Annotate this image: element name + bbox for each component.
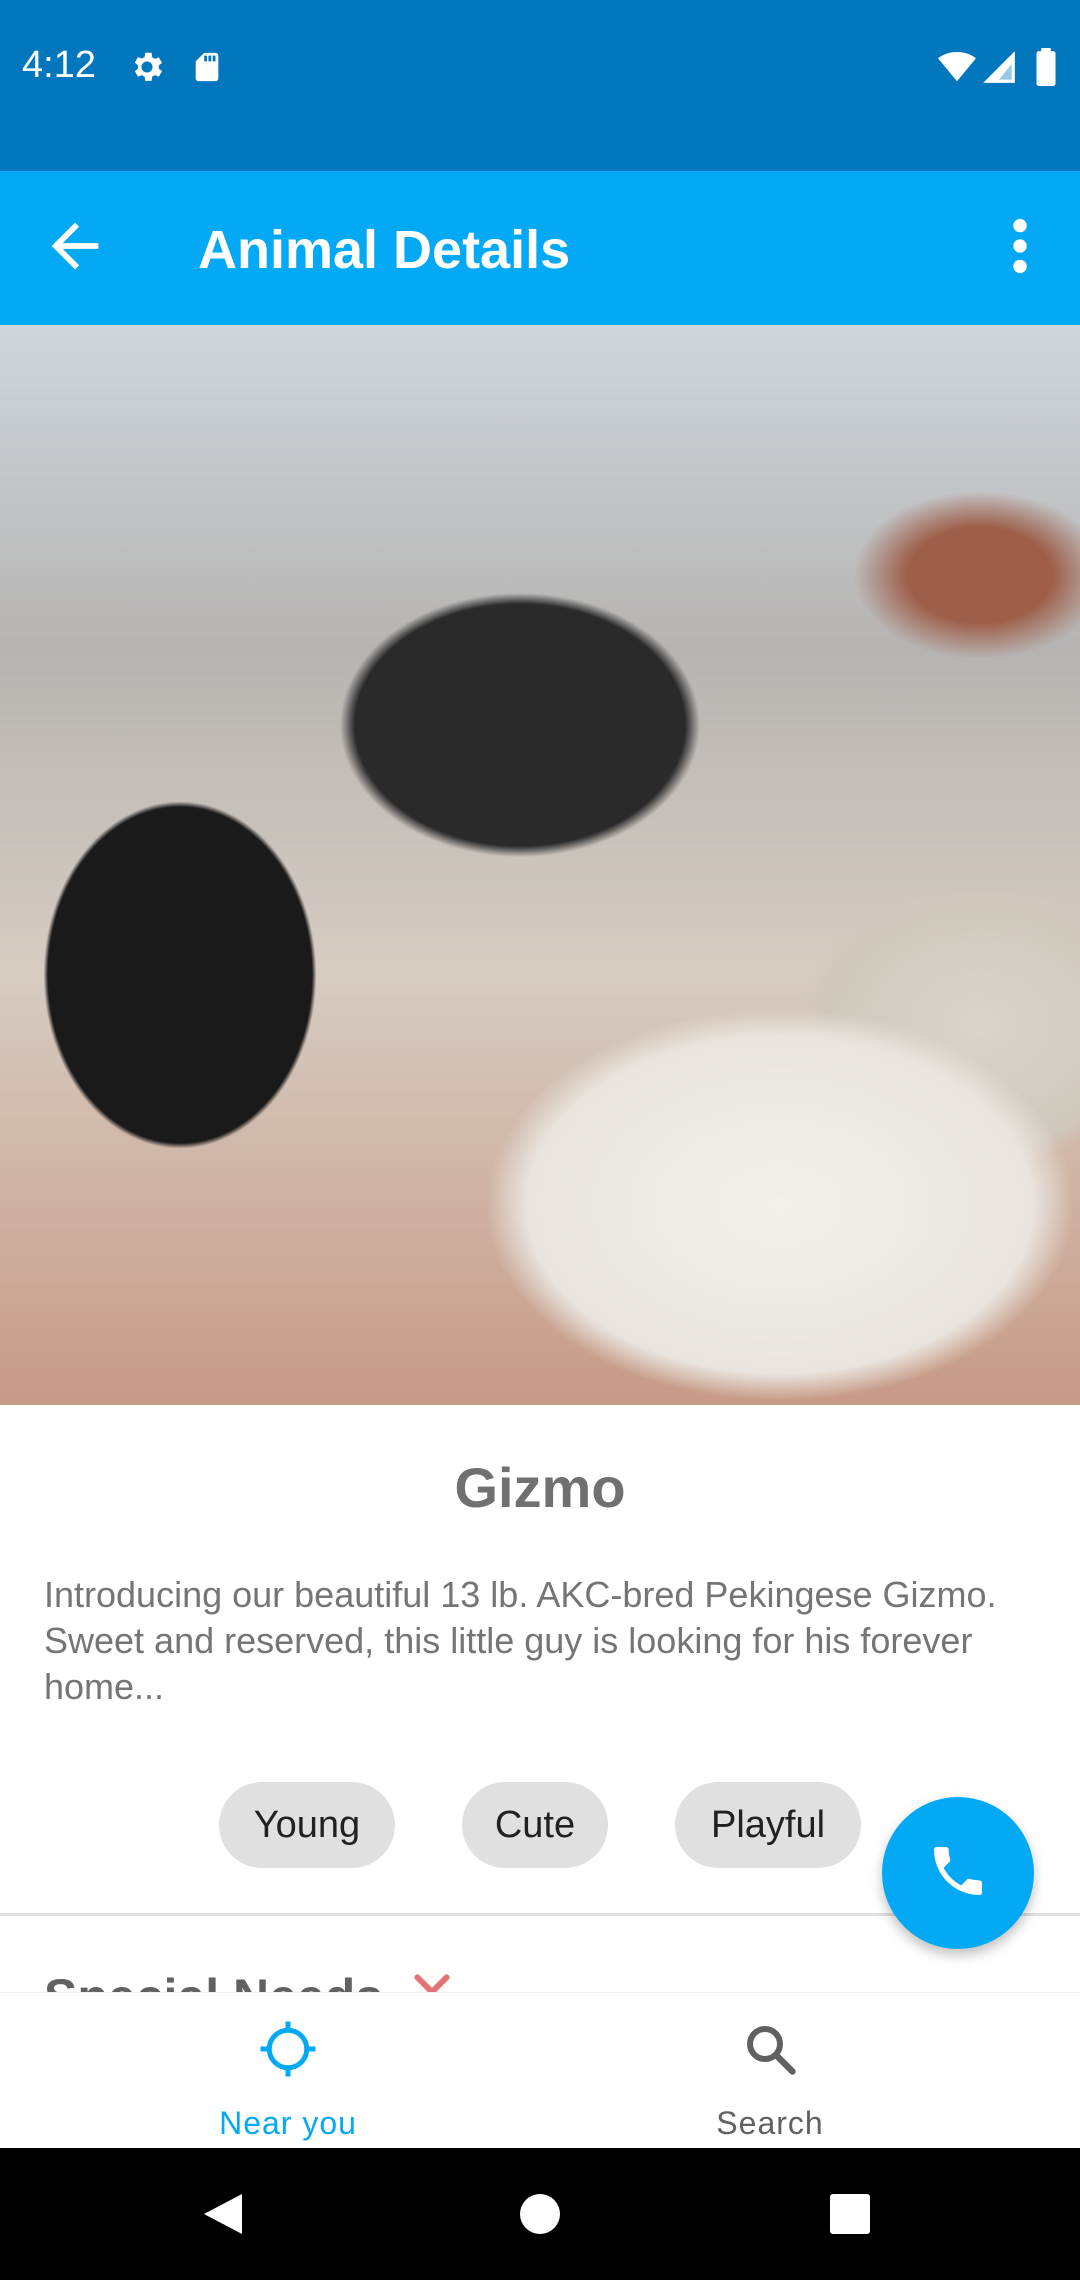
sd-card-icon <box>190 48 224 91</box>
animal-description: Introducing our beautiful 13 lb. AKC-bre… <box>44 1574 997 1707</box>
system-navigation-bar <box>0 2148 1080 2280</box>
call-button[interactable] <box>882 1797 1034 1949</box>
gps-crosshair-icon <box>258 2019 318 2079</box>
close-icon <box>410 1970 454 1992</box>
status-time: 4:12 <box>22 44 96 86</box>
settings-icon <box>128 48 166 91</box>
more-vert-icon[interactable] <box>1000 211 1040 281</box>
nav-item-near-you[interactable]: Near you <box>36 1993 580 2149</box>
nav-label-search: Search <box>716 2105 824 2141</box>
wifi-icon <box>936 48 978 91</box>
nav-back-icon[interactable] <box>200 2190 246 2243</box>
nav-label-near-you: Near you <box>219 2105 357 2141</box>
app-bar: Animal Details <box>0 171 1080 325</box>
tag-chip: Playful <box>675 1782 861 1868</box>
bottom-navigation: Near you Search <box>0 1992 1080 2149</box>
status-bar: 4:12 <box>0 0 1080 171</box>
search-icon <box>740 2019 800 2079</box>
phone-icon <box>926 1839 990 1908</box>
page-title: Animal Details <box>198 220 571 280</box>
tag-chip: Cute <box>462 1782 608 1868</box>
tag-chip: Young <box>219 1782 395 1868</box>
nav-item-search[interactable]: Search <box>500 1993 1040 2149</box>
arrow-back-icon[interactable] <box>40 211 110 281</box>
nav-recents-icon[interactable] <box>828 2192 872 2241</box>
battery-icon <box>1034 48 1058 91</box>
animal-photo <box>0 325 1080 1405</box>
signal-icon <box>980 48 1018 91</box>
special-needs-label: Special Needs <box>44 1962 383 1992</box>
nav-home-icon[interactable] <box>518 2192 562 2241</box>
animal-name: Gizmo <box>454 1456 626 1519</box>
